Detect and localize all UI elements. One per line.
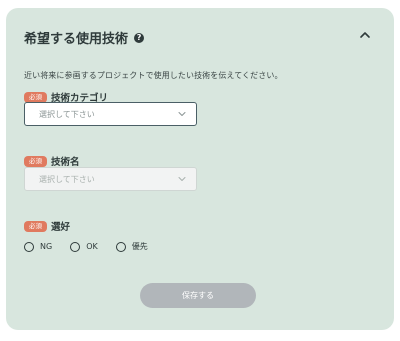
radio-label: 優先 bbox=[131, 242, 148, 251]
required-badge: 必須 bbox=[24, 220, 47, 232]
preference-label-text: 選好 bbox=[51, 222, 71, 233]
section-title: 希望する使用技術 bbox=[24, 32, 129, 47]
preference-radio-group: NG OK 優先 bbox=[24, 241, 148, 252]
preference-label: 必須 選好 bbox=[24, 219, 70, 233]
tech-name-label: 必須 技術名 bbox=[24, 154, 80, 168]
radio-button[interactable] bbox=[70, 241, 81, 252]
chevron-down-icon bbox=[178, 112, 186, 116]
radio-button[interactable] bbox=[24, 241, 34, 252]
help-icon[interactable]: ? bbox=[134, 32, 145, 43]
radio-priority[interactable]: 優先 bbox=[115, 241, 148, 252]
required-badge: 必須 bbox=[24, 155, 47, 167]
radio-ng[interactable]: NG bbox=[24, 241, 53, 252]
category-select-placeholder: 選択して下さい bbox=[39, 109, 95, 119]
tech-preference-card: 希望する使用技術 ? 近い将来に参画するプロジェクトで使用したい技術を伝えてくだ… bbox=[6, 8, 394, 330]
radio-ok[interactable]: OK bbox=[70, 241, 98, 252]
section-description: 近い将来に参画するプロジェクトで使用したい技術を伝えてください。 bbox=[24, 71, 283, 80]
section-header: 希望する使用技術 ? bbox=[24, 28, 145, 47]
radio-label: NG bbox=[40, 242, 53, 251]
radio-button[interactable] bbox=[115, 241, 126, 252]
category-select[interactable]: 選択して下さい bbox=[24, 102, 197, 126]
tech-name-select-placeholder: 選択して下さい bbox=[39, 174, 95, 184]
chevron-up-icon[interactable] bbox=[358, 28, 372, 42]
required-badge: 必須 bbox=[24, 91, 47, 103]
tech-name-select[interactable]: 選択して下さい bbox=[24, 167, 197, 191]
chevron-down-icon bbox=[178, 177, 186, 181]
save-button[interactable]: 保存する bbox=[140, 283, 256, 308]
tech-name-label-text: 技術名 bbox=[51, 157, 80, 168]
radio-label: OK bbox=[86, 242, 98, 251]
